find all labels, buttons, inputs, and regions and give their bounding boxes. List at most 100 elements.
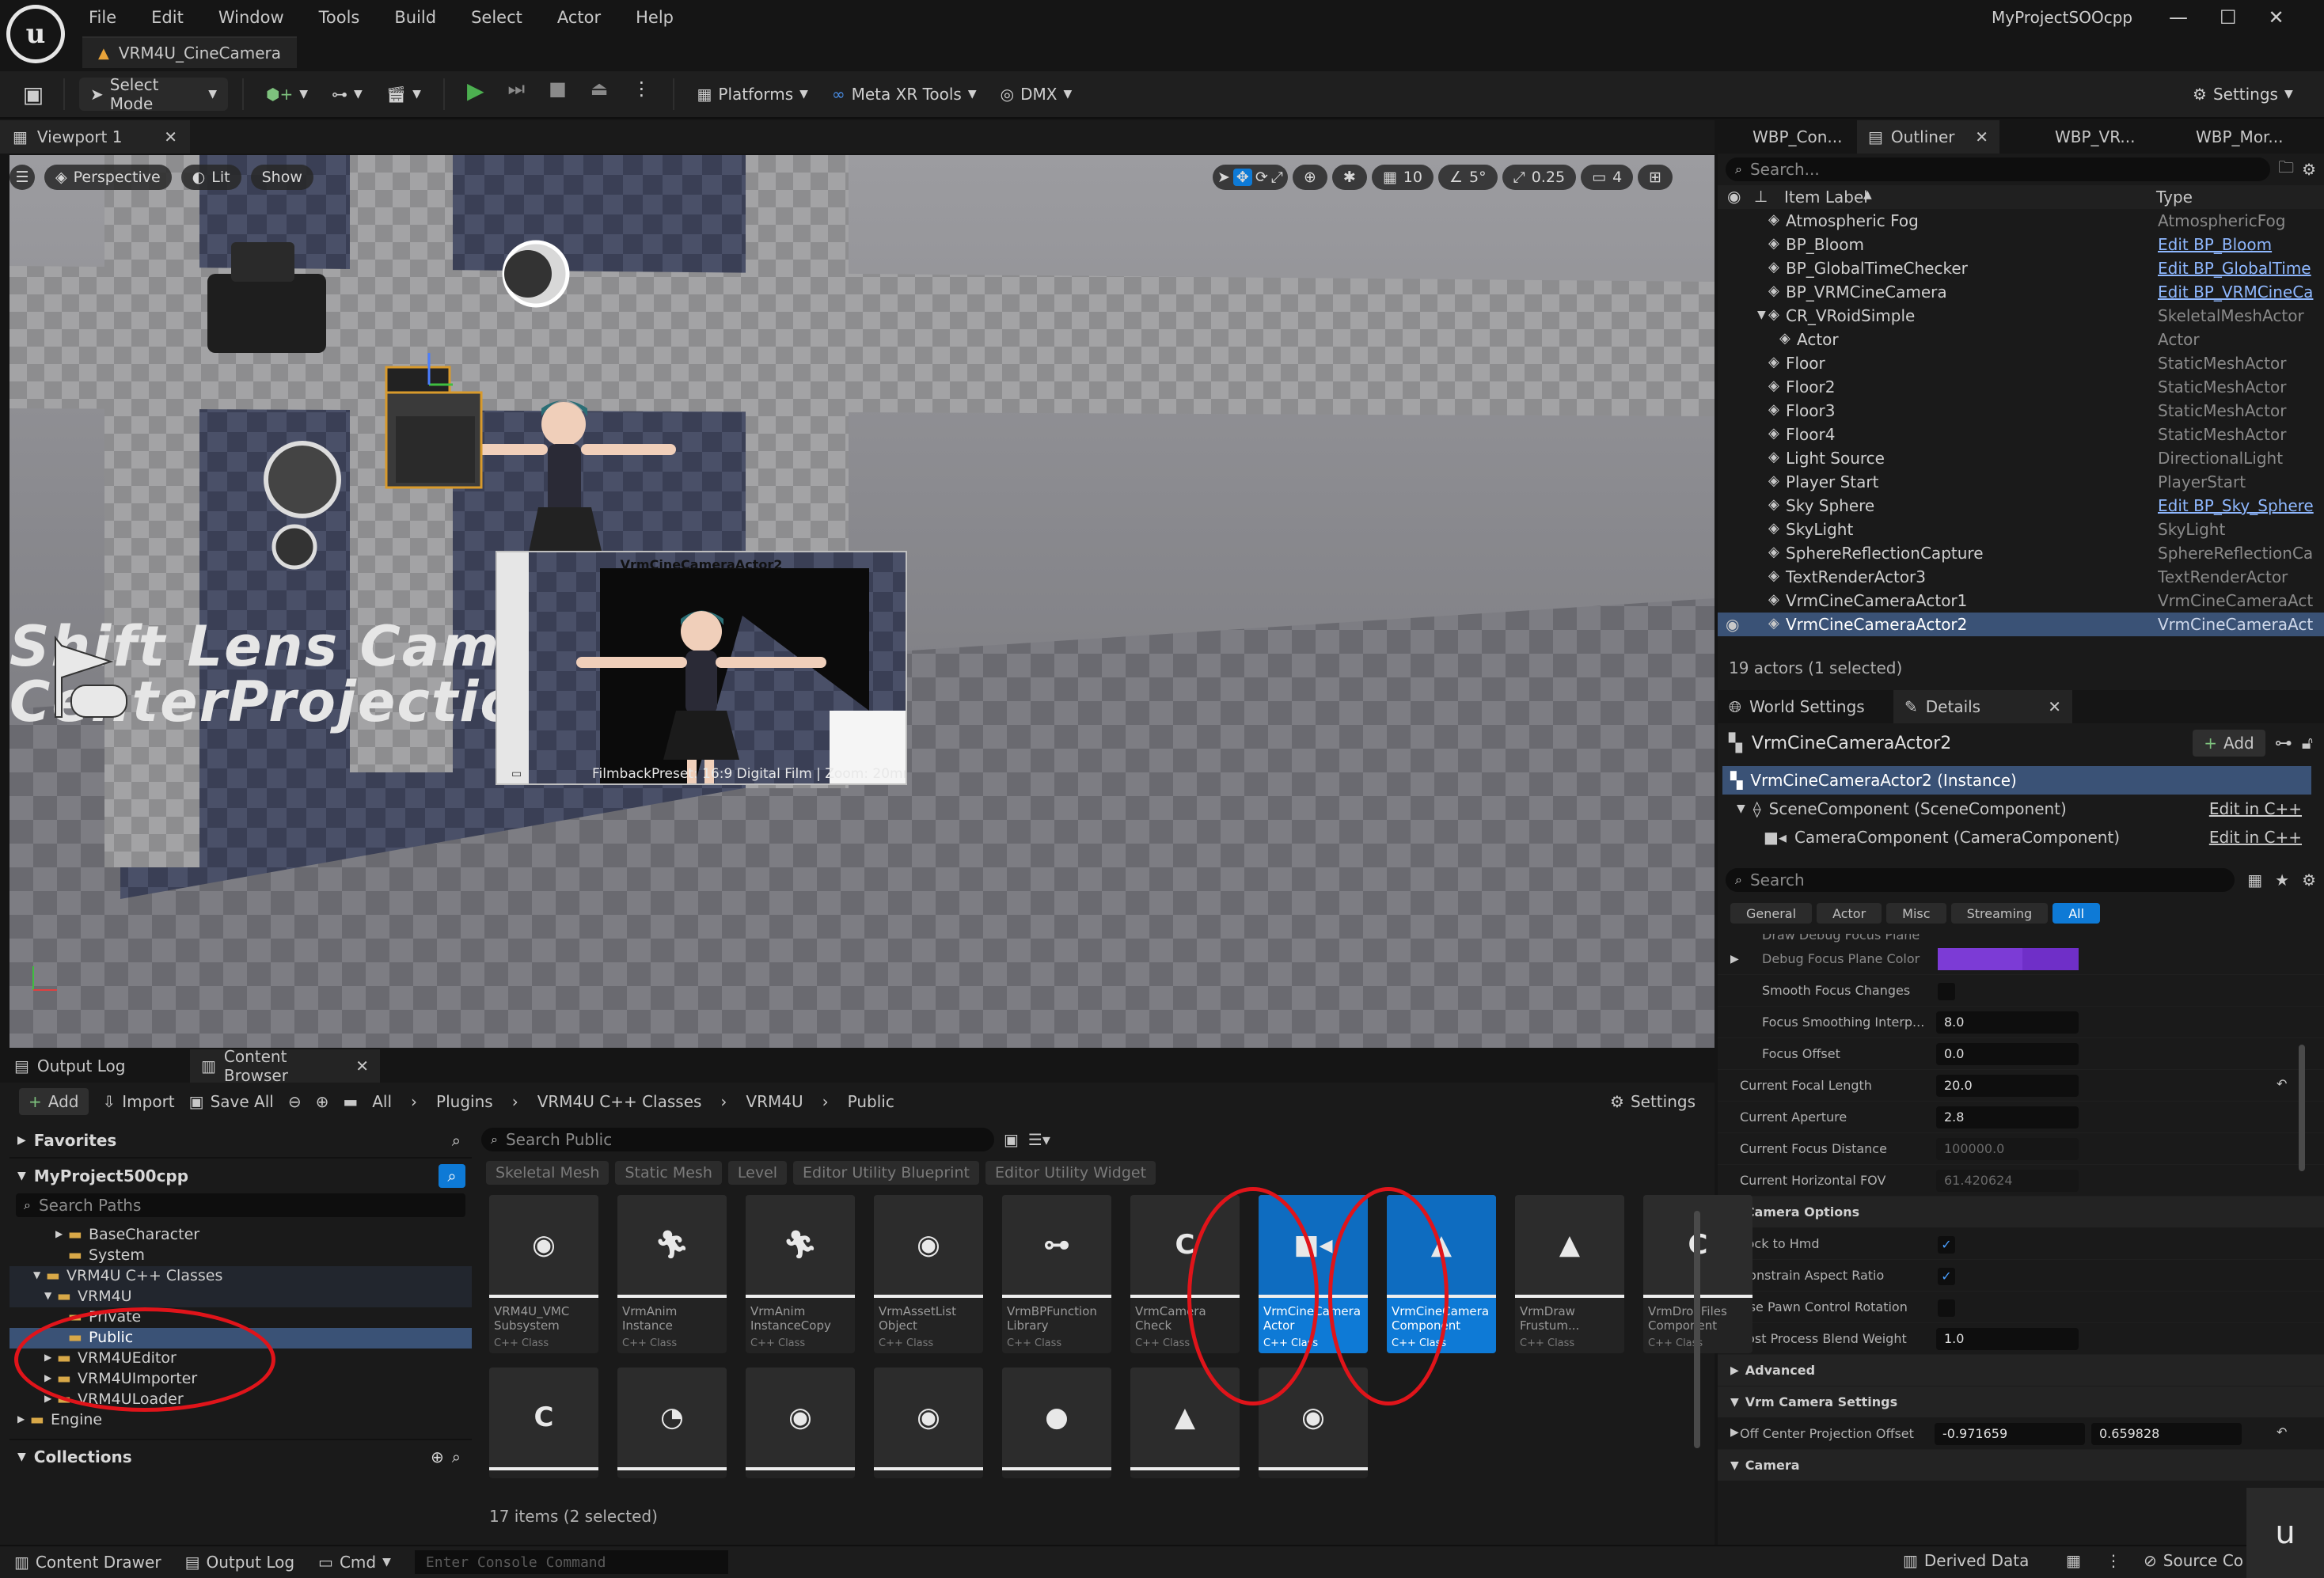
meta-xr-button[interactable]: ∞ Meta XR Tools ▼ [824, 78, 985, 111]
minimize-icon[interactable]: — [2169, 6, 2188, 28]
category-camera[interactable]: ▼ Camera [1718, 1450, 2324, 1481]
prop-value-field[interactable]: 1.0 [1936, 1328, 2079, 1350]
offset-x-field[interactable]: -0.971659 [1935, 1423, 2085, 1445]
outliner-search-input[interactable]: ⌕ Search... [1726, 157, 2271, 181]
outliner-row[interactable]: ◈ Floor3 StaticMeshActor [1718, 399, 2324, 423]
expand-icon[interactable]: ▼ [33, 1269, 40, 1280]
world-local-toggle[interactable]: ⊕ [1292, 165, 1327, 190]
menu-actor[interactable]: Actor [540, 5, 618, 30]
asset-filter[interactable]: Skeletal Mesh [486, 1161, 609, 1185]
asset-filter[interactable]: Level [727, 1161, 788, 1185]
visibility-icon[interactable]: ◉ [1726, 615, 1739, 634]
asset-tile[interactable]: ◉ VrmAssetList Object C++ Class [874, 1195, 983, 1353]
source-control-button[interactable]: ⊘ Source Co [2144, 1551, 2243, 1570]
breadcrumb-item[interactable]: Public [848, 1092, 894, 1111]
outliner-row[interactable]: ◈ Player Start PlayerStart [1718, 470, 2324, 494]
tab-content-browser[interactable]: ▥ Content Browser ✕ [190, 1047, 380, 1085]
expand-icon[interactable]: ▶ [1730, 953, 1739, 965]
breadcrumb-item[interactable]: VRM4U C++ Classes [537, 1092, 702, 1111]
surface-snap-toggle[interactable]: ✱ [1331, 165, 1367, 190]
menu-build[interactable]: Build [377, 5, 454, 30]
tab-details[interactable]: ✎ Details ✕ [1893, 690, 2072, 723]
outliner-row[interactable]: ◈ Light Source DirectionalLight [1718, 446, 2324, 470]
select-tool-icon[interactable]: ➤ [1217, 169, 1230, 186]
maximize-icon[interactable]: ☐ [2220, 6, 2237, 28]
camera-preview[interactable]: VrmCineCameraActor2 FilmbackPreset: 16:9… [496, 551, 907, 785]
tab-wbp-vr[interactable]: WBP_VR... [1999, 120, 2153, 154]
col-item-label[interactable]: Item Label [1784, 188, 1868, 207]
unreal-notification-icon[interactable]: u [2246, 1488, 2324, 1578]
tab-outliner[interactable]: ▤ Outliner ✕ [1857, 120, 1999, 154]
asset-tile[interactable]: ◉ [746, 1367, 855, 1478]
category-advanced[interactable]: ▶ Advanced [1718, 1355, 2324, 1386]
outliner-row[interactable]: ◈ SkyLight SkyLight [1718, 518, 2324, 541]
move-tool-icon[interactable]: ✥ [1232, 169, 1252, 186]
select-mode-button[interactable]: ➤ Select Mode ▼ [79, 75, 228, 113]
asset-tile[interactable]: ● [1002, 1367, 1111, 1478]
add-collection-icon[interactable]: ⊕ [431, 1447, 444, 1466]
folder-item[interactable]: ▶ ▬ BaseCharacter [9, 1225, 472, 1246]
outliner-row[interactable]: ◈ BP_Bloom Edit BP_Bloom [1718, 233, 2324, 256]
details-filter-all[interactable]: All [2052, 903, 2101, 924]
gear-icon[interactable]: ⚙ [2302, 160, 2316, 179]
cinematics-button[interactable]: 🎬︎ ▼ [378, 78, 429, 111]
menu-tools[interactable]: Tools [302, 5, 378, 30]
angle-snap-button[interactable]: ∠ 5° [1437, 165, 1498, 190]
prop-value-field[interactable]: 8.0 [1936, 1011, 2079, 1034]
edit-cpp-link[interactable]: Edit in C++ [2209, 799, 2302, 818]
scale-snap-button[interactable]: ⤢ 0.25 [1502, 165, 1577, 190]
menu-file[interactable]: File [71, 5, 134, 30]
details-filter-actor[interactable]: Actor [1817, 903, 1882, 924]
step-icon[interactable]: ⏭ [500, 78, 534, 111]
prop-value-field[interactable]: 0.0 [1936, 1043, 2079, 1065]
checkbox-checked[interactable]: ✓ [1938, 1268, 1955, 1285]
outliner-row[interactable]: ◈ Sky Sphere Edit BP_Sky_Sphere [1718, 494, 2324, 518]
outliner-row[interactable]: ◈ SphereReflectionCapture SphereReflection… [1718, 541, 2324, 565]
filter-icon[interactable]: ☰▾ [1028, 1130, 1050, 1149]
asset-filter[interactable]: Static Mesh [615, 1161, 722, 1185]
asset-tile[interactable]: ▲ VrmDraw Frustum... C++ Class [1515, 1195, 1624, 1353]
edit-cpp-link[interactable]: Edit in C++ [2209, 828, 2302, 847]
asset-tile[interactable]: ⊶ VrmBPFunction Library C++ Class [1002, 1195, 1111, 1353]
cmd-button[interactable]: ▭ Cmd ▼ [318, 1553, 391, 1572]
asset-tile[interactable]: ◉ [874, 1367, 983, 1478]
close-tab-icon[interactable]: ✕ [2048, 697, 2061, 716]
component-scene[interactable]: ▼ ⟠ SceneComponent (SceneComponent) Edit… [1718, 795, 2324, 823]
cb-settings-button[interactable]: ⚙ Settings [1610, 1092, 1696, 1111]
add-component-button[interactable]: + Add [2193, 730, 2265, 757]
checkbox-checked[interactable]: ✓ [1938, 1236, 1955, 1254]
expand-icon[interactable]: ▼ [1737, 802, 1745, 815]
asset-scrollbar[interactable] [1694, 1211, 1700, 1448]
component-instance[interactable]: ▚ VrmCineCameraActor2 (Instance) [1722, 766, 2311, 795]
search-icon[interactable]: ⌕ [439, 1164, 465, 1188]
reset-icon[interactable]: ↶ [2277, 1076, 2287, 1091]
component-camera[interactable]: ■◂ CameraComponent (CameraComponent) Edi… [1718, 823, 2324, 852]
asset-filter[interactable]: Editor Utility Widget [985, 1161, 1156, 1185]
outliner-row[interactable]: ◈ BP_GlobalTimeChecker Edit BP_GlobalTime [1718, 256, 2324, 280]
unreal-logo-icon[interactable]: u [6, 5, 65, 63]
asset-tile[interactable]: 🏃︎ VrmAnim InstanceCopy C++ Class [746, 1195, 855, 1353]
asset-tile[interactable]: 🏃︎ VrmAnim Instance C++ Class [617, 1195, 727, 1353]
collections-header[interactable]: ▼ Collections ⊕ ⌕ [9, 1439, 472, 1474]
favorites-header[interactable]: ▶ Favorites ⌕ [9, 1124, 472, 1159]
viewport-tab[interactable]: ▦ Viewport 1 ✕ [0, 120, 190, 154]
expand-icon[interactable]: ▼ [1757, 309, 1766, 321]
lock-icon[interactable]: 🔓︎ [2302, 734, 2313, 753]
more-options-icon[interactable]: ⋮ [2106, 1551, 2121, 1570]
platforms-button[interactable]: ▦ Platforms ▼ [689, 78, 815, 111]
details-filter-misc[interactable]: Misc [1886, 903, 1946, 924]
menu-select[interactable]: Select [454, 5, 540, 30]
prop-value-field[interactable]: 2.8 [1936, 1106, 2079, 1128]
save-search-icon[interactable]: ▣ [1004, 1130, 1019, 1149]
category-camera-options[interactable]: ▼Camera Options [1718, 1197, 2324, 1228]
checkbox-unchecked[interactable] [1938, 1299, 1955, 1317]
asset-tile[interactable]: C [489, 1367, 598, 1478]
stop-icon[interactable]: ■ [541, 78, 575, 111]
details-scrollbar[interactable] [2299, 1045, 2305, 1171]
close-tab-icon[interactable]: ✕ [1975, 127, 1999, 146]
details-filter-general[interactable]: General [1730, 903, 1813, 924]
folder-item[interactable]: ▼ ▬ VRM4U C++ Classes [9, 1266, 472, 1287]
expand-icon[interactable]: ▶ [1730, 1426, 1739, 1439]
blueprint-icon[interactable]: ⊶ [2275, 734, 2292, 753]
scale-tool-icon[interactable]: ⤢ [1271, 169, 1283, 186]
